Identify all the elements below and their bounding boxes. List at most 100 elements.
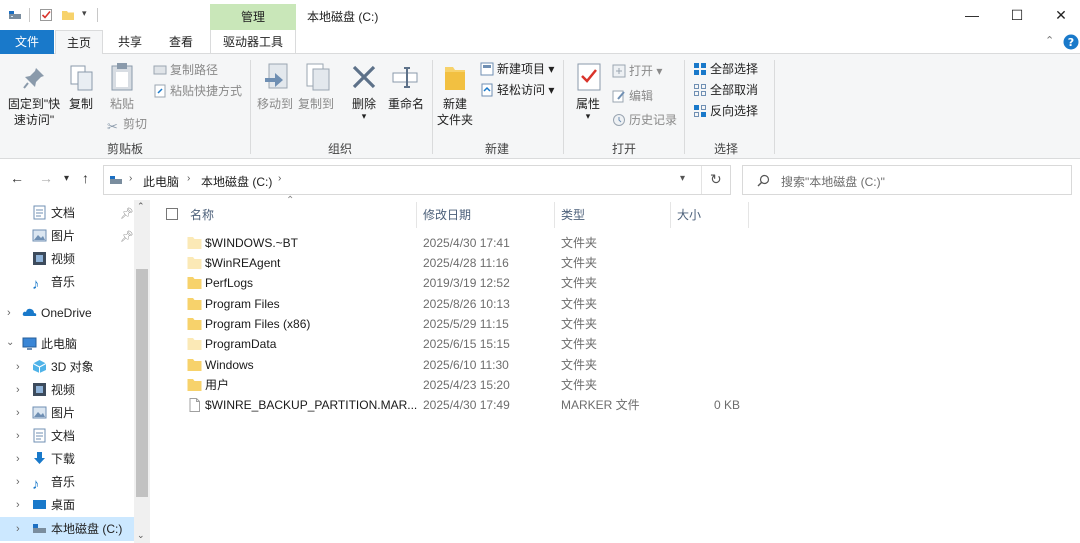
easy-access-icon: [481, 83, 493, 97]
table-row[interactable]: ProgramData 2025/6/15 15:15 文件夹: [160, 334, 750, 354]
move-to-button[interactable]: 移动到: [255, 96, 295, 112]
nav-item-documents[interactable]: 文档: [32, 425, 75, 447]
nav-item-pictures[interactable]: 图片: [32, 402, 75, 424]
nav-item-downloads[interactable]: 下载: [32, 448, 75, 470]
nav-item-onedrive[interactable]: OneDrive: [22, 302, 92, 324]
nav-item-this-pc[interactable]: 此电脑: [22, 333, 77, 355]
nav-item-music-quick[interactable]: ♪ 音乐: [32, 271, 75, 293]
copy-to-button[interactable]: 复制到: [296, 96, 336, 112]
column-separator[interactable]: [670, 202, 671, 228]
tab-view[interactable]: 查看: [158, 30, 204, 54]
nav-item-3d-objects[interactable]: 3D 对象: [32, 356, 94, 378]
customize-dropdown-icon[interactable]: ▾: [82, 8, 87, 19]
nav-item-music[interactable]: ♪ 音乐: [32, 471, 75, 493]
recent-locations-chevron-icon[interactable]: ▾: [64, 173, 69, 184]
scroll-up-arrow-icon[interactable]: ⌃: [137, 201, 145, 212]
table-row[interactable]: Program Files (x86) 2025/5/29 11:15 文件夹: [160, 314, 750, 334]
tab-file[interactable]: 文件: [0, 30, 54, 54]
properties-button[interactable]: 属性 ▾: [570, 96, 606, 121]
nav-item-documents-quick[interactable]: 文档: [32, 202, 75, 224]
rename-button[interactable]: 重命名: [385, 96, 427, 112]
nav-item-desktop[interactable]: 桌面: [32, 494, 75, 516]
forward-arrow-icon[interactable]: →: [39, 170, 53, 186]
expand-chevron-icon[interactable]: ›: [7, 307, 11, 319]
scroll-down-arrow-icon[interactable]: ⌄: [137, 530, 145, 541]
pin-quick-access-button[interactable]: 固定到"快 速访问": [4, 96, 64, 128]
copy-path-button[interactable]: 复制路径: [153, 61, 218, 79]
back-arrow-icon[interactable]: ←: [10, 170, 24, 186]
column-header-name[interactable]: 名称: [190, 205, 214, 225]
cube-icon: [32, 360, 47, 373]
nav-item-videos[interactable]: 视频: [32, 379, 75, 401]
close-button[interactable]: ✕: [1038, 0, 1080, 30]
maximize-button[interactable]: ☐: [994, 0, 1040, 30]
file-type: 文件夹: [561, 276, 598, 290]
column-header-size[interactable]: 大小: [677, 205, 701, 225]
address-bar[interactable]: › 此电脑 › 本地磁盘 (C:) › ▾ ↻: [103, 165, 731, 195]
table-row[interactable]: $WinREAgent 2025/4/28 11:16 文件夹: [160, 253, 750, 273]
collapse-ribbon-icon[interactable]: ⌃: [1045, 34, 1054, 47]
breadcrumb-local-disk[interactable]: 本地磁盘 (C:): [201, 173, 272, 190]
nav-scrollbar-thumb[interactable]: [136, 269, 148, 497]
up-arrow-icon[interactable]: ↑: [82, 170, 89, 186]
invert-selection-button[interactable]: 反向选择: [693, 102, 758, 120]
select-none-button[interactable]: 全部取消: [693, 81, 758, 99]
expand-chevron-icon[interactable]: ›: [16, 476, 20, 488]
collapse-chevron-icon[interactable]: ⌄: [6, 337, 14, 348]
properties-check-icon[interactable]: [39, 8, 53, 22]
edit-button[interactable]: 编辑: [612, 87, 653, 105]
cut-button[interactable]: ✂ 剪切: [107, 115, 148, 134]
file-size: 0 KB: [713, 398, 740, 412]
breadcrumb-this-pc[interactable]: 此电脑: [143, 173, 179, 190]
table-row[interactable]: Program Files 2025/8/26 10:13 文件夹: [160, 294, 750, 314]
column-separator[interactable]: [554, 202, 555, 228]
drive-icon[interactable]: [8, 8, 22, 22]
tab-drive-tools[interactable]: 驱动器工具: [210, 30, 296, 54]
file-name: Program Files (x86): [205, 317, 311, 331]
expand-chevron-icon[interactable]: ›: [16, 407, 20, 419]
refresh-icon[interactable]: ↻: [710, 171, 722, 188]
cut-label: 剪切: [123, 117, 148, 131]
tab-share[interactable]: 共享: [107, 30, 153, 54]
expand-chevron-icon[interactable]: ›: [16, 384, 20, 396]
table-row[interactable]: Windows 2025/6/10 11:30 文件夹: [160, 355, 750, 375]
column-separator[interactable]: [748, 202, 749, 228]
expand-chevron-icon[interactable]: ›: [16, 523, 20, 535]
easy-access-button[interactable]: 轻松访问 ▾: [480, 81, 554, 99]
breadcrumb-separator-icon[interactable]: ›: [278, 173, 281, 184]
history-button[interactable]: 历史记录: [612, 111, 677, 129]
table-row[interactable]: $WINRE_BACKUP_PARTITION.MAR... 2025/4/30 …: [160, 395, 750, 415]
folder-icon: [187, 359, 202, 371]
select-all-checkbox[interactable]: [166, 208, 178, 220]
breadcrumb-separator-icon[interactable]: ›: [129, 173, 132, 184]
address-history-chevron-icon[interactable]: ▾: [680, 173, 685, 184]
new-item-button[interactable]: 新建项目 ▾: [480, 60, 554, 78]
expand-chevron-icon[interactable]: ›: [16, 453, 20, 465]
nav-item-videos-quick[interactable]: 视频: [32, 248, 75, 270]
column-header-type[interactable]: 类型: [561, 205, 585, 225]
folder-icon[interactable]: [61, 8, 75, 22]
nav-item-local-disk-c[interactable]: 本地磁盘 (C:): [32, 518, 122, 540]
copy-button[interactable]: 复制: [66, 96, 96, 112]
help-icon[interactable]: ?: [1063, 34, 1079, 50]
column-separator[interactable]: [416, 202, 417, 228]
nav-item-pictures-quick[interactable]: 图片: [32, 225, 75, 247]
open-button[interactable]: 打开 ▾: [612, 62, 662, 80]
minimize-button[interactable]: —: [949, 0, 995, 30]
table-row[interactable]: 用户 2025/4/23 15:20 文件夹: [160, 375, 750, 395]
search-box[interactable]: 搜索"本地磁盘 (C:)": [742, 165, 1072, 195]
delete-button[interactable]: 删除 ▾: [346, 96, 382, 121]
paste-shortcut-button[interactable]: 粘贴快捷方式: [153, 82, 242, 100]
expand-chevron-icon[interactable]: ›: [16, 361, 20, 373]
breadcrumb-separator-icon[interactable]: ›: [187, 173, 190, 184]
tab-home[interactable]: 主页: [55, 30, 103, 55]
new-folder-button[interactable]: 新建 文件夹: [435, 96, 475, 128]
select-all-button[interactable]: 全部选择: [693, 60, 758, 78]
tab-manage[interactable]: 管理: [210, 4, 296, 30]
table-row[interactable]: $WINDOWS.~BT 2025/4/30 17:41 文件夹: [160, 233, 750, 253]
expand-chevron-icon[interactable]: ›: [16, 499, 20, 511]
expand-chevron-icon[interactable]: ›: [16, 430, 20, 442]
table-row[interactable]: PerfLogs 2019/3/19 12:52 文件夹: [160, 273, 750, 293]
column-header-date[interactable]: 修改日期: [423, 205, 471, 225]
paste-button[interactable]: 粘贴: [106, 96, 138, 112]
